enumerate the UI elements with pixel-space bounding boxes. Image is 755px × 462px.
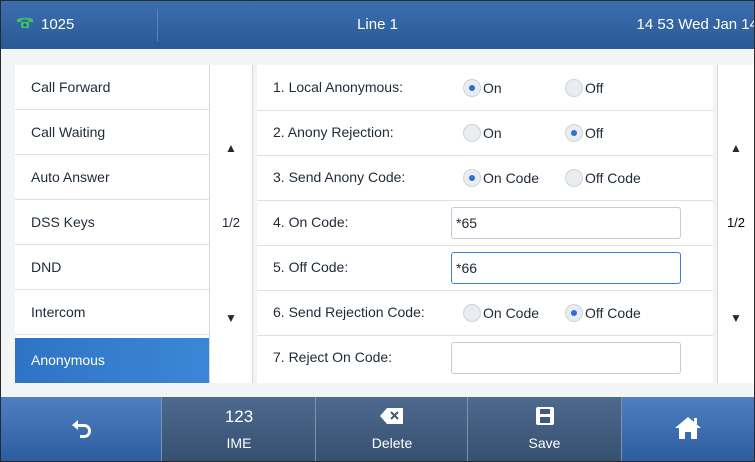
backspace-icon — [316, 407, 468, 425]
radio-label: Off — [585, 80, 604, 96]
scroll-down-icon[interactable]: ▼ — [210, 311, 252, 325]
setting-label: 5. Off Code: — [273, 259, 349, 275]
radio-label: Off Code — [585, 170, 641, 186]
radio-label: Off — [585, 125, 604, 141]
menu-item-intercom[interactable]: Intercom — [15, 290, 209, 335]
local-anonymous-on-radio[interactable]: On — [463, 78, 502, 98]
setting-row-off-code: 5. Off Code: *66 — [257, 245, 713, 291]
scroll-down-icon[interactable]: ▼ — [718, 311, 754, 325]
menu-item-anonymous[interactable]: Anonymous — [15, 338, 209, 383]
send-rejection-code-on-radio[interactable]: On Code — [463, 303, 539, 323]
delete-label: Delete — [371, 435, 413, 451]
local-anonymous-off-radio[interactable]: Off — [565, 78, 603, 98]
on-code-input[interactable]: *65 — [451, 207, 681, 239]
panel-scrollbar[interactable]: ▲ 1/2 ▼ — [717, 65, 754, 383]
ime-mode: 123 — [224, 407, 254, 426]
radio-label: Off Code — [585, 305, 641, 321]
anonymous-settings-panel: 1. Local Anonymous: On Off 2. Anony Reje… — [257, 65, 713, 383]
ime-label: IME — [226, 435, 252, 451]
setting-label: 1. Local Anonymous: — [273, 79, 403, 95]
scroll-up-icon[interactable]: ▲ — [718, 141, 754, 155]
menu-item-call-waiting[interactable]: Call Waiting — [15, 110, 209, 155]
setting-label: 6. Send Rejection Code: — [273, 304, 425, 320]
anony-rejection-off-radio[interactable]: Off — [565, 123, 603, 143]
off-code-input[interactable]: *66 — [451, 252, 681, 284]
send-anony-code-off-radio[interactable]: Off Code — [565, 168, 641, 188]
setting-row-reject-on-code: 7. Reject On Code: — [257, 335, 713, 383]
save-button[interactable]: Save — [467, 397, 622, 461]
menu-page-indicator: 1/2 — [221, 215, 241, 230]
radio-label: On — [483, 80, 502, 96]
menu-scrollbar[interactable]: ▲ 1/2 ▼ — [209, 65, 253, 383]
setting-row-local-anonymous: 1. Local Anonymous: On Off — [257, 65, 713, 111]
radio-selected-icon — [565, 304, 583, 322]
menu-item-call-forward[interactable]: Call Forward — [15, 65, 209, 110]
send-rejection-code-off-radio[interactable]: Off Code — [565, 303, 641, 323]
back-button[interactable] — [1, 397, 161, 461]
setting-label: 7. Reject On Code: — [273, 349, 393, 365]
radio-unselected-icon — [463, 124, 481, 142]
home-icon — [621, 415, 754, 441]
scroll-up-icon[interactable]: ▲ — [210, 141, 252, 155]
setting-label: 3. Send Anony Code: — [273, 169, 406, 185]
softkey-bar: 123 IME Delete Save — [1, 397, 754, 461]
radio-selected-icon — [565, 124, 583, 142]
settings-menu: Call Forward Call Waiting Auto Answer DS… — [15, 65, 209, 383]
save-label: Save — [528, 435, 561, 451]
setting-row-send-rejection-code: 6. Send Rejection Code: On Code Off Code — [257, 290, 713, 336]
floppy-disk-icon — [468, 407, 621, 425]
setting-row-anony-rejection: 2. Anony Rejection: On Off — [257, 110, 713, 156]
reject-on-code-input[interactable] — [451, 342, 681, 374]
menu-item-dss-keys[interactable]: DSS Keys — [15, 200, 209, 245]
setting-label: 2. Anony Rejection: — [273, 124, 394, 140]
radio-unselected-icon — [565, 79, 583, 97]
menu-item-auto-answer[interactable]: Auto Answer — [15, 155, 209, 200]
radio-label: On Code — [483, 170, 540, 186]
radio-selected-icon — [463, 169, 481, 187]
radio-selected-icon — [463, 79, 481, 97]
back-arrow-icon — [1, 415, 161, 441]
ime-button[interactable]: 123 IME — [161, 397, 316, 461]
send-anony-code-on-radio[interactable]: On Code — [463, 168, 539, 188]
radio-label: On Code — [483, 305, 540, 321]
setting-row-on-code: 4. On Code: *65 — [257, 200, 713, 246]
status-bar: 1025 Line 1 14 53 Wed Jan 14 — [1, 1, 754, 49]
panel-page-indicator: 1/2 — [726, 215, 746, 230]
radio-unselected-icon — [565, 169, 583, 187]
phone-screen: 1025 Line 1 14 53 Wed Jan 14 Call Forwar… — [0, 0, 755, 462]
setting-row-send-anony-code: 3. Send Anony Code: On Code Off Code — [257, 155, 713, 201]
radio-label: On — [483, 125, 502, 141]
delete-button[interactable]: Delete — [315, 397, 468, 461]
radio-unselected-icon — [463, 304, 481, 322]
date-time: 14 53 Wed Jan 14 — [636, 16, 755, 33]
setting-label: 4. On Code: — [273, 214, 349, 230]
menu-item-dnd[interactable]: DND — [15, 245, 209, 290]
home-button[interactable] — [621, 397, 754, 461]
anony-rejection-on-radio[interactable]: On — [463, 123, 502, 143]
